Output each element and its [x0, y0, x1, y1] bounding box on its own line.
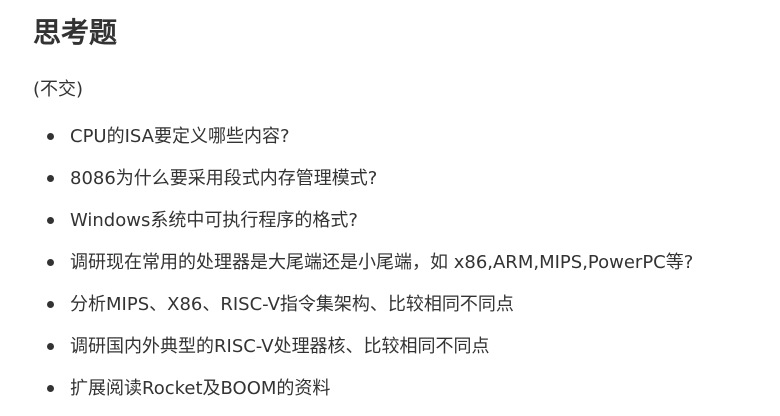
bullet-icon — [47, 301, 54, 308]
note-text: (不交) — [33, 79, 84, 100]
list-item-text: 调研现在常用的处理器是大尾端还是小尾端，如 x86,ARM,MIPS,Power… — [70, 252, 694, 273]
list-item: 8086为什么要采用段式内存管理模式? — [0, 164, 780, 206]
list-item-text: 8086为什么要采用段式内存管理模式? — [70, 168, 378, 189]
list-item: 调研国内外典型的RISC-V处理器核、比较相同不同点 — [0, 332, 780, 374]
bullet-icon — [47, 175, 54, 182]
list-item-text: Windows系统中可执行程序的格式? — [70, 210, 358, 231]
list-item: 分析MIPS、X86、RISC-V指令集架构、比较相同不同点 — [0, 290, 780, 332]
question-list: CPU的ISA要定义哪些内容? 8086为什么要采用段式内存管理模式? Wind… — [0, 122, 780, 416]
page-title: 思考题 — [33, 16, 118, 49]
list-item-text: 调研国内外典型的RISC-V处理器核、比较相同不同点 — [70, 336, 490, 357]
list-item: 扩展阅读Rocket及BOOM的资料 — [0, 374, 780, 416]
list-item: 调研现在常用的处理器是大尾端还是小尾端，如 x86,ARM,MIPS,Power… — [0, 248, 780, 290]
list-item: CPU的ISA要定义哪些内容? — [0, 122, 780, 164]
bullet-icon — [47, 385, 54, 392]
list-item-text: 扩展阅读Rocket及BOOM的资料 — [70, 378, 331, 399]
list-item-text: 分析MIPS、X86、RISC-V指令集架构、比较相同不同点 — [70, 294, 514, 315]
list-item-text: CPU的ISA要定义哪些内容? — [70, 126, 290, 147]
bullet-icon — [47, 343, 54, 350]
list-item: Windows系统中可执行程序的格式? — [0, 206, 780, 248]
bullet-icon — [47, 217, 54, 224]
document-page: 思考题 (不交) CPU的ISA要定义哪些内容? 8086为什么要采用段式内存管… — [0, 0, 780, 415]
bullet-icon — [47, 259, 54, 266]
bullet-icon — [47, 133, 54, 140]
